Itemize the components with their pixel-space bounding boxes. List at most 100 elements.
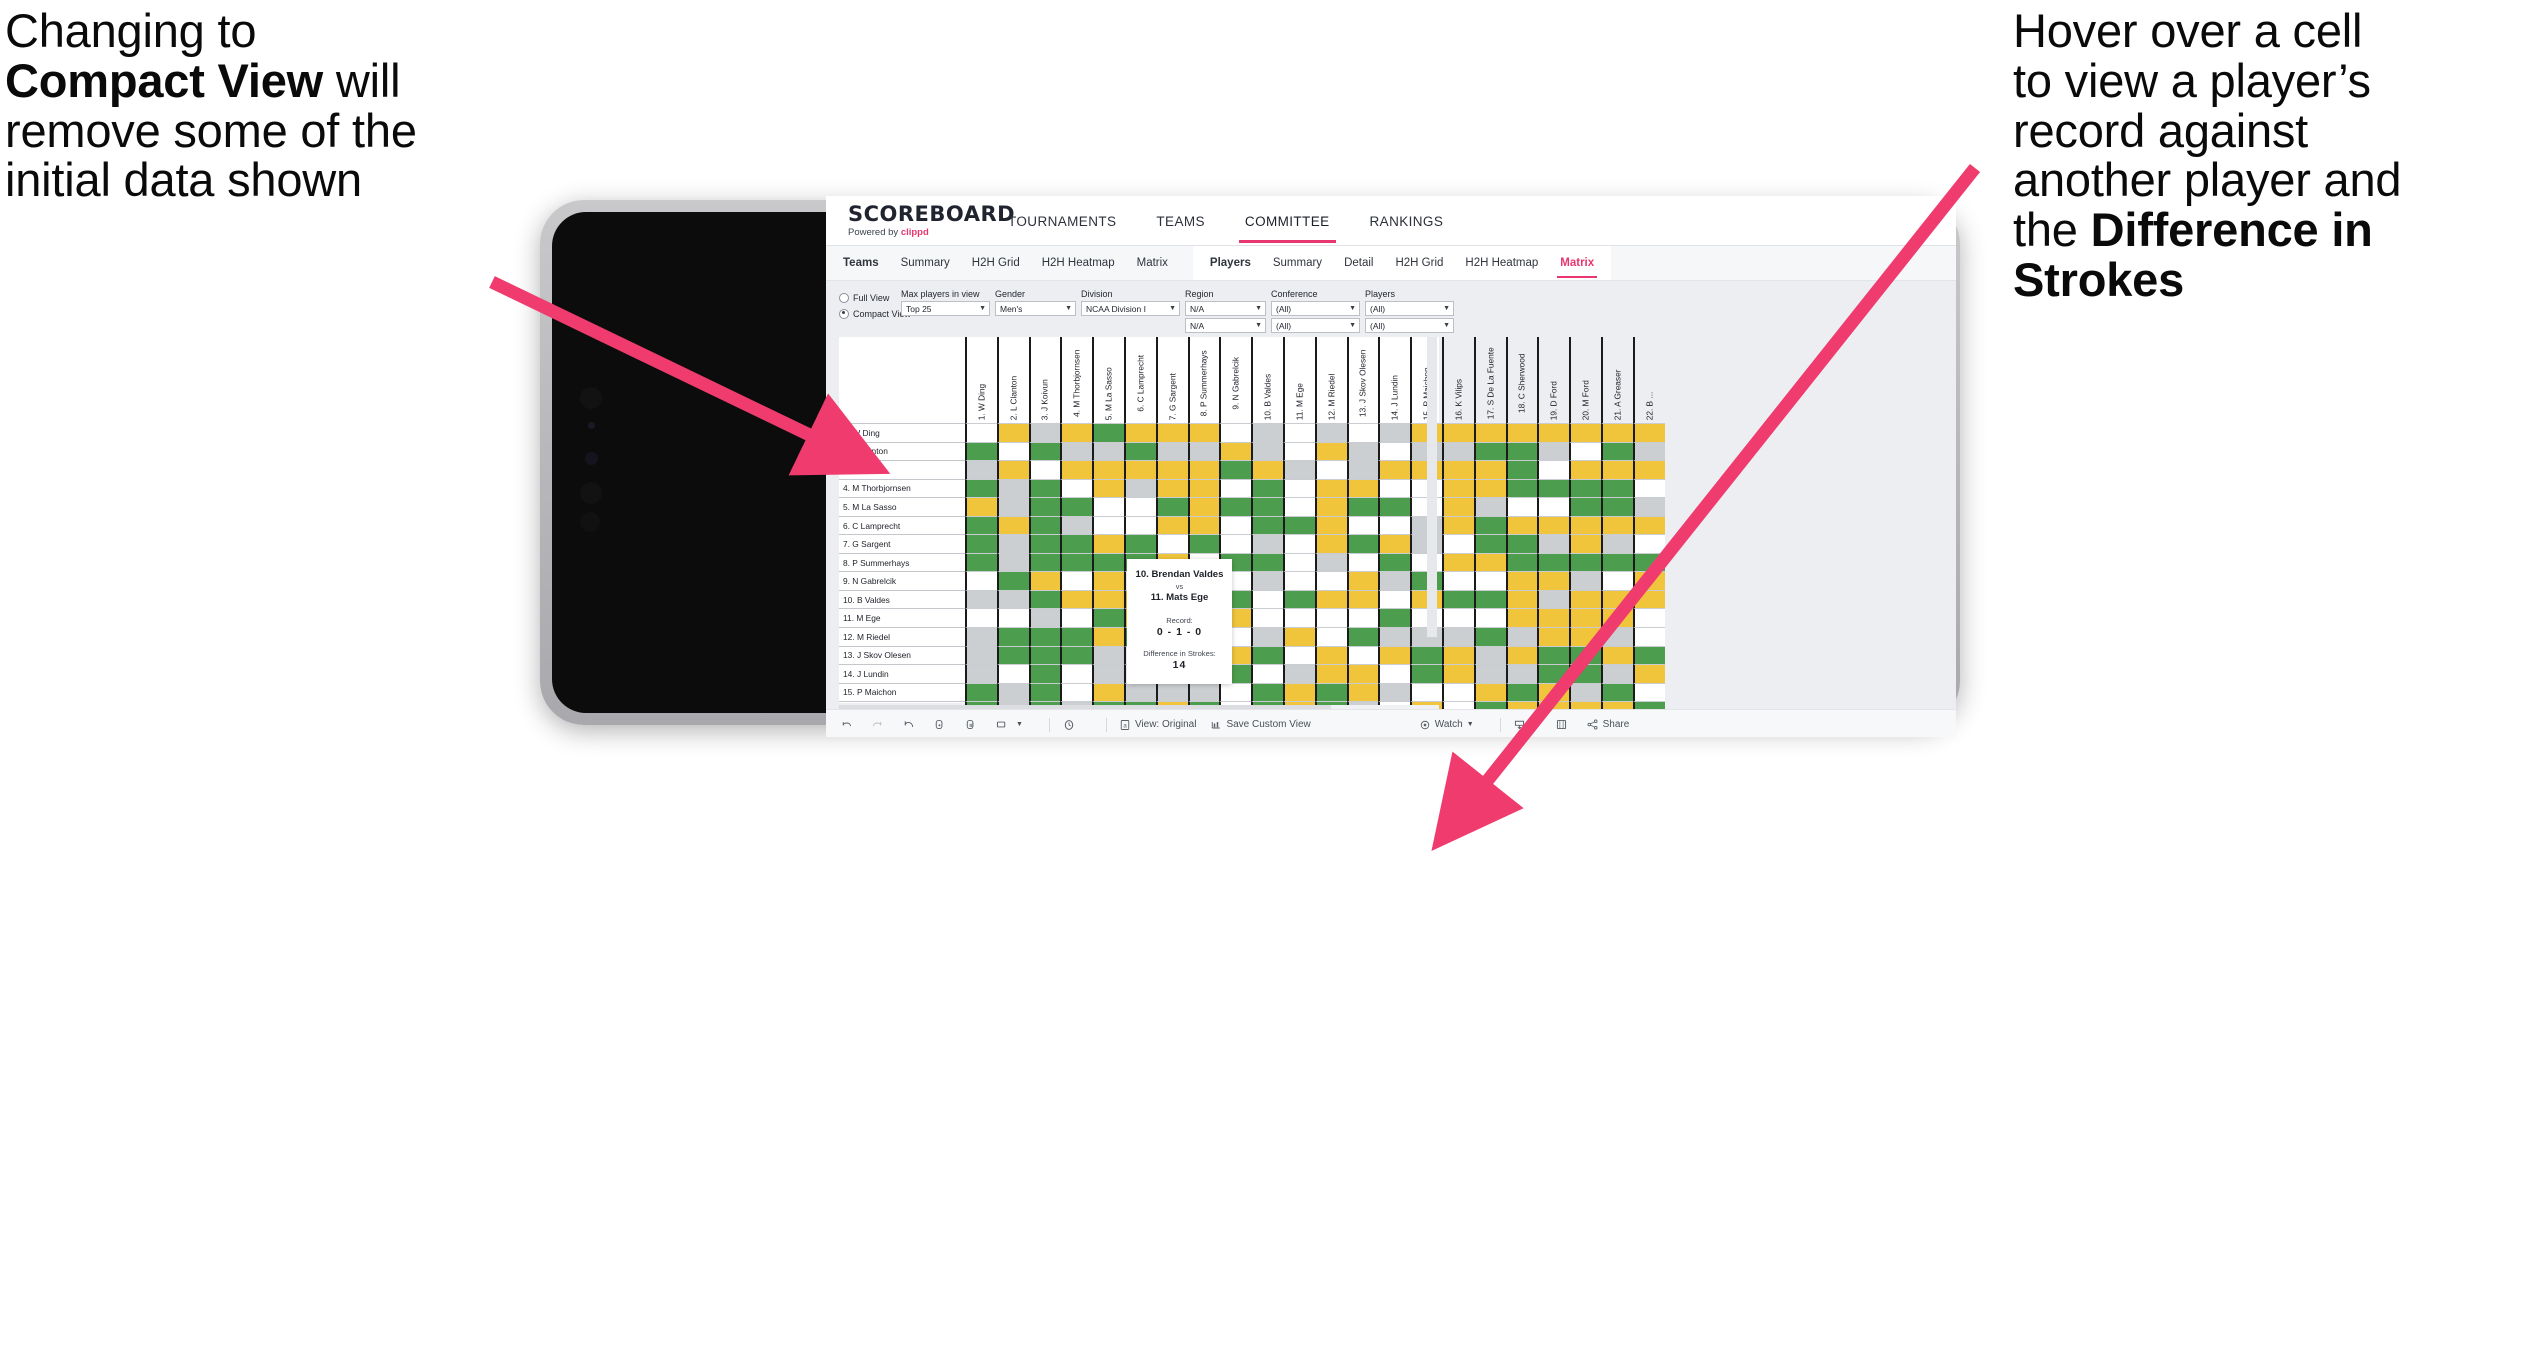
matrix-cell[interactable] (1537, 571, 1570, 590)
matrix-cell[interactable] (1569, 664, 1601, 683)
matrix-cell[interactable] (1632, 478, 1665, 498)
matrix-cell[interactable] (1600, 589, 1633, 609)
matrix-cell[interactable] (1441, 627, 1474, 646)
matrix-cell[interactable] (1473, 571, 1506, 590)
matrix-cell[interactable] (1251, 441, 1283, 461)
matrix-cell[interactable] (1441, 571, 1474, 590)
matrix-cell[interactable] (1473, 441, 1506, 461)
matrix-cell[interactable] (1569, 497, 1601, 516)
matrix-cell[interactable] (1282, 552, 1315, 572)
matrix-cell[interactable] (1346, 682, 1379, 702)
matrix-cell[interactable] (1632, 423, 1665, 442)
matrix-cell[interactable] (1346, 627, 1379, 646)
matrix-cell[interactable] (996, 627, 1029, 646)
matrix-cell[interactable] (1028, 441, 1061, 461)
filter-conference-select-2[interactable]: (All) ▼ (1271, 318, 1360, 333)
matrix-cell[interactable] (1219, 478, 1252, 498)
tab-players[interactable]: Players (1193, 248, 1262, 278)
matrix-cell[interactable] (1346, 571, 1379, 590)
download-button[interactable]: ▼ (1513, 718, 1541, 731)
matrix-cell[interactable] (1378, 423, 1411, 442)
matrix-cell[interactable] (996, 608, 1029, 628)
matrix-cell[interactable] (1537, 664, 1570, 683)
filter-max-players-select[interactable]: Top 25 ▼ (901, 301, 990, 316)
matrix-cell[interactable] (1314, 664, 1347, 683)
matrix-cell[interactable] (1505, 571, 1538, 590)
matrix-cell[interactable] (1282, 627, 1315, 646)
matrix-cell[interactable] (1346, 441, 1379, 461)
filter-region-select[interactable]: N/A ▼ (1185, 301, 1266, 316)
fullscreen-button[interactable] (1555, 718, 1572, 731)
matrix-cell[interactable] (1473, 497, 1506, 516)
matrix-cell[interactable] (1028, 497, 1061, 516)
matrix-row-header[interactable]: 12. M Riedel (839, 627, 965, 646)
refresh-button[interactable] (933, 718, 950, 731)
matrix-cell[interactable] (1060, 571, 1093, 590)
matrix-cell[interactable] (1060, 460, 1093, 479)
matrix-cell[interactable] (1251, 627, 1283, 646)
matrix-cell[interactable] (1314, 515, 1347, 535)
matrix-cell[interactable] (1473, 664, 1506, 683)
matrix-cell[interactable] (1505, 664, 1538, 683)
matrix-cell[interactable] (1441, 534, 1474, 553)
matrix-cell[interactable] (1441, 645, 1474, 665)
matrix-cell[interactable] (1632, 460, 1665, 479)
nav-item-committee[interactable]: COMMITTEE (1225, 199, 1350, 243)
matrix-cell[interactable] (1378, 589, 1411, 609)
matrix-cell[interactable] (1600, 608, 1633, 628)
matrix-cell[interactable] (1092, 682, 1124, 702)
matrix-cell[interactable] (1155, 682, 1188, 702)
matrix-cell[interactable] (1378, 534, 1411, 553)
tab-teams-h2h-heatmap[interactable]: H2H Heatmap (1031, 248, 1126, 278)
matrix-cell[interactable] (1314, 589, 1347, 609)
matrix-cell[interactable] (1060, 441, 1093, 461)
matrix-cell[interactable] (1219, 534, 1252, 553)
matrix-cell[interactable] (965, 441, 997, 461)
nav-item-rankings[interactable]: RANKINGS (1350, 199, 1464, 243)
matrix-cell[interactable] (1600, 552, 1633, 572)
matrix-cell[interactable] (996, 645, 1029, 665)
matrix-cell[interactable] (1314, 497, 1347, 516)
matrix-cell[interactable] (1569, 460, 1601, 479)
matrix-cell[interactable] (1187, 441, 1220, 461)
matrix-cell[interactable] (1441, 441, 1474, 461)
matrix-cell[interactable] (1505, 478, 1538, 498)
revert-button[interactable] (902, 718, 919, 731)
matrix-cell[interactable] (1441, 682, 1474, 702)
tab-players-summary[interactable]: Summary (1262, 248, 1333, 278)
matrix-cell[interactable] (1314, 552, 1347, 572)
shape-dropdown-button[interactable]: ▼ (995, 718, 1023, 731)
matrix-cell[interactable] (1569, 515, 1601, 535)
matrix-cell[interactable] (1092, 627, 1124, 646)
matrix-cell[interactable] (1219, 423, 1252, 442)
matrix-cell[interactable] (1569, 608, 1601, 628)
matrix-cell[interactable] (1473, 627, 1506, 646)
matrix-cell[interactable] (1632, 645, 1665, 665)
matrix-cell[interactable] (1410, 645, 1442, 665)
matrix-cell[interactable] (1473, 608, 1506, 628)
matrix-cell[interactable] (1569, 534, 1601, 553)
matrix-cell[interactable] (1632, 627, 1665, 646)
matrix-cell[interactable] (965, 534, 997, 553)
matrix-cell[interactable] (1569, 552, 1601, 572)
matrix-cell[interactable] (1251, 423, 1283, 442)
matrix-row-header[interactable]: 5. M La Sasso (839, 497, 965, 516)
matrix-cell[interactable] (1060, 682, 1093, 702)
matrix-col-header[interactable]: 20. M Ford (1569, 337, 1601, 423)
matrix-cell[interactable] (1632, 515, 1665, 535)
matrix-cell[interactable] (1314, 460, 1347, 479)
radio-compact-view[interactable]: Compact View (839, 307, 911, 320)
matrix-cell[interactable] (1155, 534, 1188, 553)
matrix-cell[interactable] (1251, 589, 1283, 609)
matrix-cell[interactable] (1410, 682, 1442, 702)
matrix-cell[interactable] (1282, 589, 1315, 609)
matrix-cell[interactable] (1346, 423, 1379, 442)
matrix-col-header[interactable]: 6. C Lamprecht (1123, 337, 1156, 423)
matrix-cell[interactable] (1346, 664, 1379, 683)
matrix-cell[interactable] (1282, 534, 1315, 553)
matrix-row-header[interactable]: 14. J Lundin (839, 664, 965, 683)
matrix-row-header[interactable]: 6. C Lamprecht (839, 515, 965, 535)
tab-teams-h2h-grid[interactable]: H2H Grid (961, 248, 1031, 278)
matrix-cell[interactable] (1505, 441, 1538, 461)
matrix-cell[interactable] (996, 664, 1029, 683)
